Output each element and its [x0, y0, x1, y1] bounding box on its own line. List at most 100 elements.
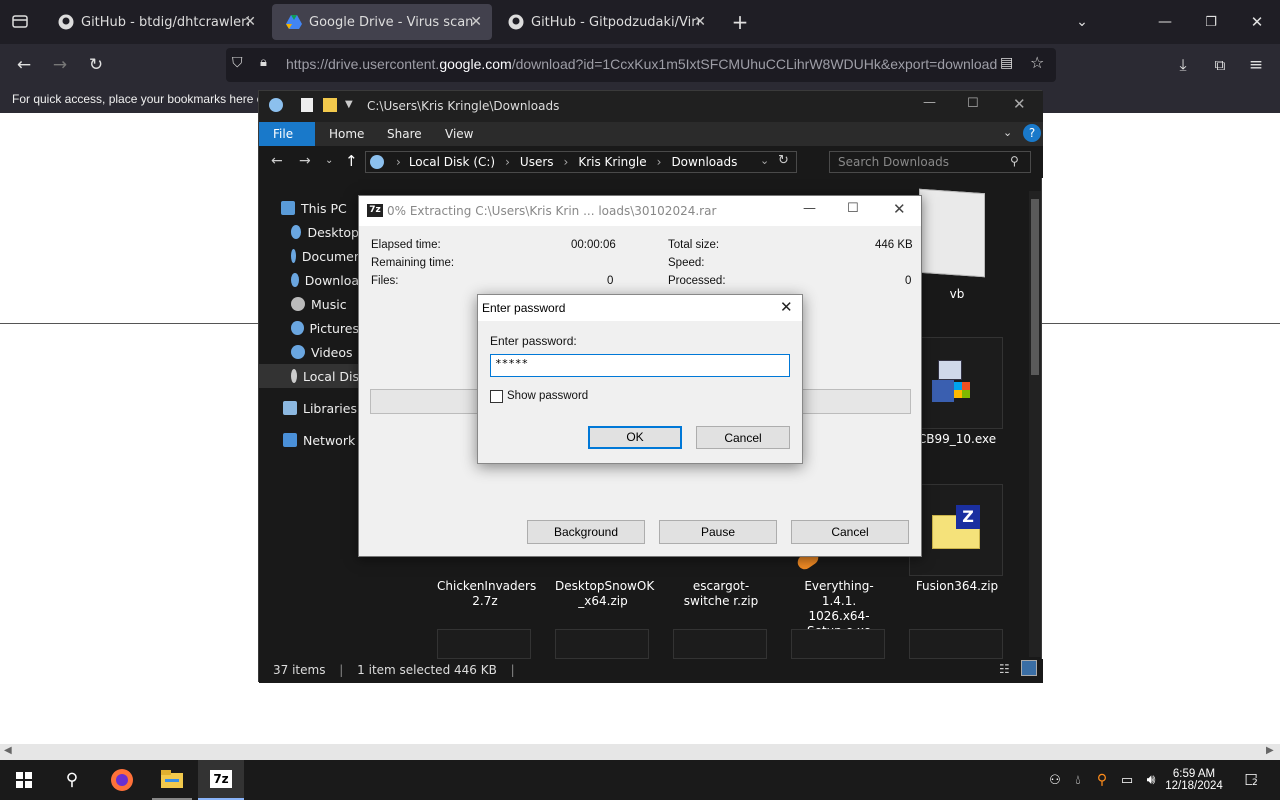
- back-arrow-icon[interactable]: ←: [10, 44, 38, 86]
- file-fusion[interactable]: Fusion364.zip: [909, 579, 1005, 594]
- new-tab-icon[interactable]: +: [726, 0, 754, 44]
- refresh-icon[interactable]: ↻: [778, 153, 789, 168]
- details-view-icon[interactable]: ☷: [999, 662, 1010, 676]
- ok-button[interactable]: OK: [588, 426, 682, 449]
- large-icons-view-icon[interactable]: [1021, 660, 1037, 676]
- bookmark-star-icon[interactable]: ☆: [1030, 53, 1044, 72]
- reader-view-icon[interactable]: ▤: [1000, 55, 1013, 71]
- nav-pictures[interactable]: Pictures: [291, 316, 359, 340]
- password-input[interactable]: *****: [490, 354, 790, 377]
- file-explorer-icon[interactable]: [152, 760, 192, 800]
- new-folder-icon[interactable]: [323, 98, 337, 112]
- downloads-icon[interactable]: ⤓: [1168, 44, 1198, 86]
- page-horizontal-scrollbar[interactable]: ◀ ▶: [0, 744, 1280, 760]
- nav-videos[interactable]: Videos: [291, 340, 359, 364]
- nav-libraries[interactable]: Libraries: [283, 396, 357, 420]
- minimize-icon[interactable]: —: [803, 201, 816, 216]
- maximize-icon[interactable]: ☐: [967, 96, 979, 111]
- file-escargot[interactable]: escargot-switche r.zip: [673, 579, 769, 609]
- breadcrumb-users[interactable]: Users: [520, 155, 554, 169]
- tab-overview-icon[interactable]: [6, 0, 34, 42]
- list-all-tabs-icon[interactable]: ⌄: [1066, 0, 1098, 44]
- file-tile[interactable]: [909, 629, 1003, 659]
- file-cb99[interactable]: CB99_10.exe: [909, 432, 1005, 447]
- tab-file[interactable]: File: [259, 122, 315, 146]
- file-cb99-tile[interactable]: [909, 337, 1003, 429]
- close-window-icon[interactable]: ✕: [1242, 0, 1272, 44]
- minimize-icon[interactable]: —: [923, 95, 936, 110]
- cancel-button[interactable]: Cancel: [696, 426, 790, 449]
- notification-icon[interactable]: ☐ 2: [1236, 760, 1266, 800]
- back-arrow-icon[interactable]: ←: [271, 153, 283, 169]
- help-icon[interactable]: ?: [1023, 124, 1041, 142]
- people-icon[interactable]: ⚇: [1044, 760, 1066, 800]
- forward-arrow-icon[interactable]: →: [299, 153, 311, 169]
- expand-ribbon-icon[interactable]: ⌄: [1003, 126, 1012, 139]
- close-tab-icon[interactable]: ✕: [694, 14, 706, 30]
- search-tool-icon[interactable]: ⚲: [1092, 760, 1112, 800]
- file-tile[interactable]: [673, 629, 767, 659]
- nav-desktop[interactable]: Desktop: [291, 220, 359, 244]
- search-downloads-input[interactable]: Search Downloads ⚲: [829, 151, 1031, 173]
- search-icon[interactable]: ⚲: [54, 760, 90, 800]
- breadcrumb-downloads[interactable]: Downloads: [671, 155, 737, 169]
- close-tab-icon[interactable]: ✕: [470, 14, 482, 30]
- close-icon[interactable]: ✕: [780, 298, 793, 316]
- menu-icon[interactable]: ≡: [1242, 44, 1270, 86]
- up-arrow-icon[interactable]: ↑: [345, 152, 358, 170]
- nav-music[interactable]: Music: [291, 292, 359, 316]
- nav-documents[interactable]: Documer: [291, 244, 359, 268]
- tab-share[interactable]: Share: [373, 122, 436, 146]
- volume-icon[interactable]: 🔊︎: [1140, 760, 1162, 800]
- extensions-icon[interactable]: ⧉: [1206, 44, 1234, 86]
- properties-icon[interactable]: [301, 98, 313, 112]
- file-tile[interactable]: [437, 629, 531, 659]
- show-password-label[interactable]: Show password: [507, 390, 588, 402]
- nav-local-disk[interactable]: Local Dis: [259, 364, 359, 388]
- minimize-icon[interactable]: —: [1150, 0, 1180, 44]
- 7zip-taskbar-icon[interactable]: 7z: [198, 760, 244, 800]
- customize-toolbar-icon[interactable]: ▼: [345, 99, 353, 110]
- file-tile[interactable]: [791, 629, 885, 659]
- nav-this-pc[interactable]: This PC: [281, 196, 347, 220]
- lock-icon[interactable]: 🔒︎: [260, 55, 267, 70]
- breadcrumb-kris-kringle[interactable]: Kris Kringle: [578, 155, 646, 169]
- scroll-left-icon[interactable]: ◀: [4, 745, 12, 756]
- tab-github-virus[interactable]: GitHub - Gitpodzudaki/Virus ✕: [494, 0, 716, 44]
- cancel-extract-button[interactable]: Cancel: [791, 520, 909, 544]
- pause-button[interactable]: Pause: [659, 520, 777, 544]
- reload-icon[interactable]: ↻: [82, 44, 110, 86]
- nav-downloads[interactable]: Downloa: [291, 268, 359, 292]
- show-password-checkbox[interactable]: [490, 390, 503, 403]
- tab-view[interactable]: View: [431, 122, 487, 146]
- close-tab-icon[interactable]: ✕: [244, 14, 256, 30]
- forward-arrow-icon[interactable]: →: [46, 44, 74, 86]
- close-icon[interactable]: ✕: [893, 200, 906, 218]
- close-icon[interactable]: ✕: [1013, 95, 1026, 113]
- shield-icon[interactable]: ⛉: [232, 55, 243, 71]
- tab-home[interactable]: Home: [315, 122, 378, 146]
- firefox-icon[interactable]: [102, 760, 142, 800]
- tab-github-dhtcrawler[interactable]: GitHub - btdig/dhtcrawler2: dh ✕: [44, 0, 266, 44]
- network-icon[interactable]: ▭: [1116, 760, 1138, 800]
- scroll-right-icon[interactable]: ▶: [1266, 745, 1274, 756]
- tab-google-drive[interactable]: Google Drive - Virus scan warni ✕: [272, 4, 492, 40]
- nav-network[interactable]: Network: [283, 428, 355, 452]
- droplet-icon[interactable]: 💧︎: [1068, 760, 1088, 800]
- scroll-thumb[interactable]: [1031, 199, 1039, 375]
- file-fusion-tile[interactable]: Z: [909, 484, 1003, 576]
- file-desktopsnow[interactable]: DesktopSnowOK _x64.zip: [555, 579, 654, 609]
- url-text[interactable]: https://drive.usercontent.google.com/dow…: [286, 56, 997, 72]
- file-chickeninvaders[interactable]: ChickenInvaders 2.7z: [437, 579, 536, 609]
- recent-locations-icon[interactable]: ⌄: [325, 155, 333, 166]
- file-vb[interactable]: vb: [909, 287, 1005, 302]
- clock[interactable]: 6:59 AM 12/18/2024: [1164, 760, 1224, 800]
- maximize-icon[interactable]: ☐: [847, 201, 859, 216]
- address-dropdown-icon[interactable]: ⌄: [760, 154, 769, 167]
- file-tile[interactable]: [555, 629, 649, 659]
- restore-icon[interactable]: ❐: [1196, 0, 1226, 44]
- breadcrumb-local-disk[interactable]: Local Disk (C:): [409, 155, 495, 169]
- background-button[interactable]: Background: [527, 520, 645, 544]
- explorer-scrollbar[interactable]: [1029, 191, 1041, 657]
- address-bar[interactable]: › Local Disk (C:) › Users › Kris Kringle…: [365, 151, 797, 173]
